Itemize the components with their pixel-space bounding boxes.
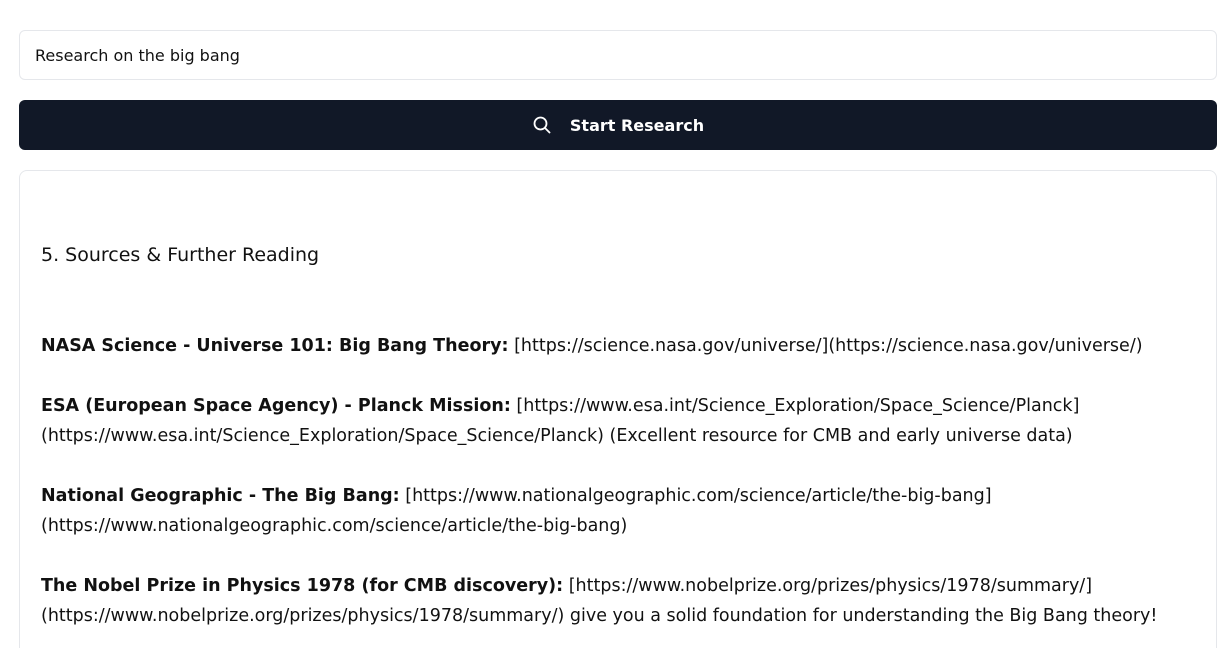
research-result-card: 5. Sources & Further Reading NASA Scienc… <box>19 170 1217 648</box>
source-name: ESA (European Space Agency) - Planck Mis… <box>41 396 511 416</box>
research-query-input[interactable] <box>19 30 1217 80</box>
source-name: National Geographic - The Big Bang: <box>41 486 400 506</box>
start-research-label: Start Research <box>569 115 705 135</box>
source-name: The Nobel Prize in Physics 1978 (for CMB… <box>41 576 564 596</box>
source-link-text: [https://science.nasa.gov/universe/](htt… <box>514 336 1143 356</box>
search-icon <box>532 115 552 135</box>
start-research-button[interactable]: Start Research <box>19 100 1217 150</box>
source-item: National Geographic - The Big Bang: [htt… <box>41 481 1201 541</box>
page-title-fragment <box>20 0 30 11</box>
research-page: Start Research 5. Sources & Further Read… <box>0 0 1231 648</box>
source-item: NASA Science - Universe 101: Big Bang Th… <box>41 331 1201 361</box>
source-name: NASA Science - Universe 101: Big Bang Th… <box>41 336 509 356</box>
source-item: The Nobel Prize in Physics 1978 (for CMB… <box>41 571 1201 631</box>
section-heading: 5. Sources & Further Reading <box>41 244 320 266</box>
source-item: ESA (European Space Agency) - Planck Mis… <box>41 391 1201 451</box>
